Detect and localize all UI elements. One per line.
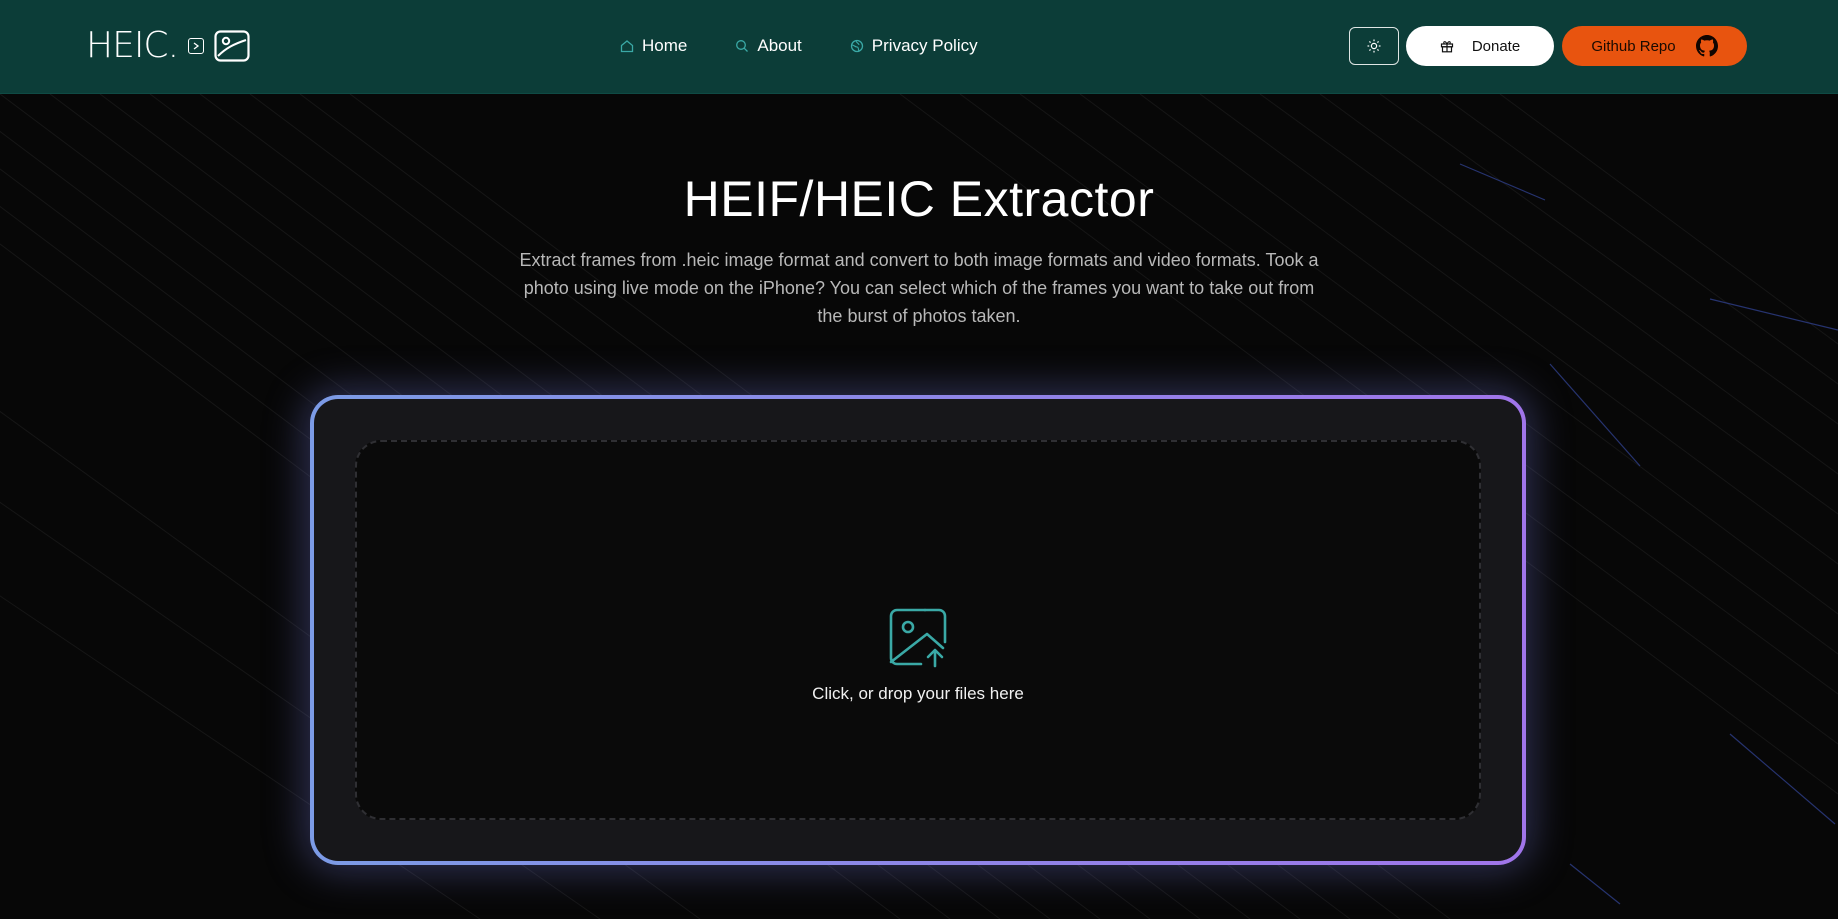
page-title: HEIF/HEIC Extractor (683, 171, 1155, 227)
nav-privacy-label: Privacy Policy (871, 36, 978, 55)
nav-home-label: Home (642, 36, 688, 55)
home-icon (620, 40, 634, 53)
donate-label: Donate (1471, 37, 1521, 55)
play-icon (188, 38, 205, 54)
theme-toggle-button[interactable] (1349, 27, 1399, 65)
page: HEIC. Home About Privacy Policy Donate G… (0, 0, 1838, 919)
nav-privacy-policy[interactable]: Privacy Policy (850, 36, 978, 56)
donate-button[interactable]: Donate (1406, 26, 1554, 66)
image-upload-icon (889, 608, 947, 668)
image-icon (214, 30, 250, 62)
gift-icon (1440, 41, 1453, 53)
sun-icon (1367, 39, 1381, 53)
upload-card-inner: Click, or drop your files here (314, 399, 1522, 861)
logo[interactable]: HEIC. (86, 27, 250, 65)
nav-about-label: About (757, 36, 802, 55)
logo-text: HEIC. (86, 25, 179, 66)
nav-home[interactable]: Home (620, 36, 687, 56)
github-icon (1695, 35, 1718, 57)
globe-icon (850, 39, 863, 53)
page-description: Extract frames from .heic image format a… (519, 250, 1319, 326)
file-dropzone[interactable]: Click, or drop your files here (355, 440, 1481, 820)
nav-about[interactable]: About (735, 36, 802, 56)
upload-card: Click, or drop your files here (310, 395, 1526, 865)
github-label: Github Repo (1591, 37, 1676, 55)
navbar: HEIC. Home About Privacy Policy Donate G… (0, 0, 1838, 94)
main-nav: Home About Privacy Policy (620, 30, 1026, 62)
search-icon (736, 40, 749, 52)
dropzone-prompt: Click, or drop your files here (812, 684, 1024, 703)
github-repo-button[interactable]: Github Repo (1562, 26, 1747, 66)
